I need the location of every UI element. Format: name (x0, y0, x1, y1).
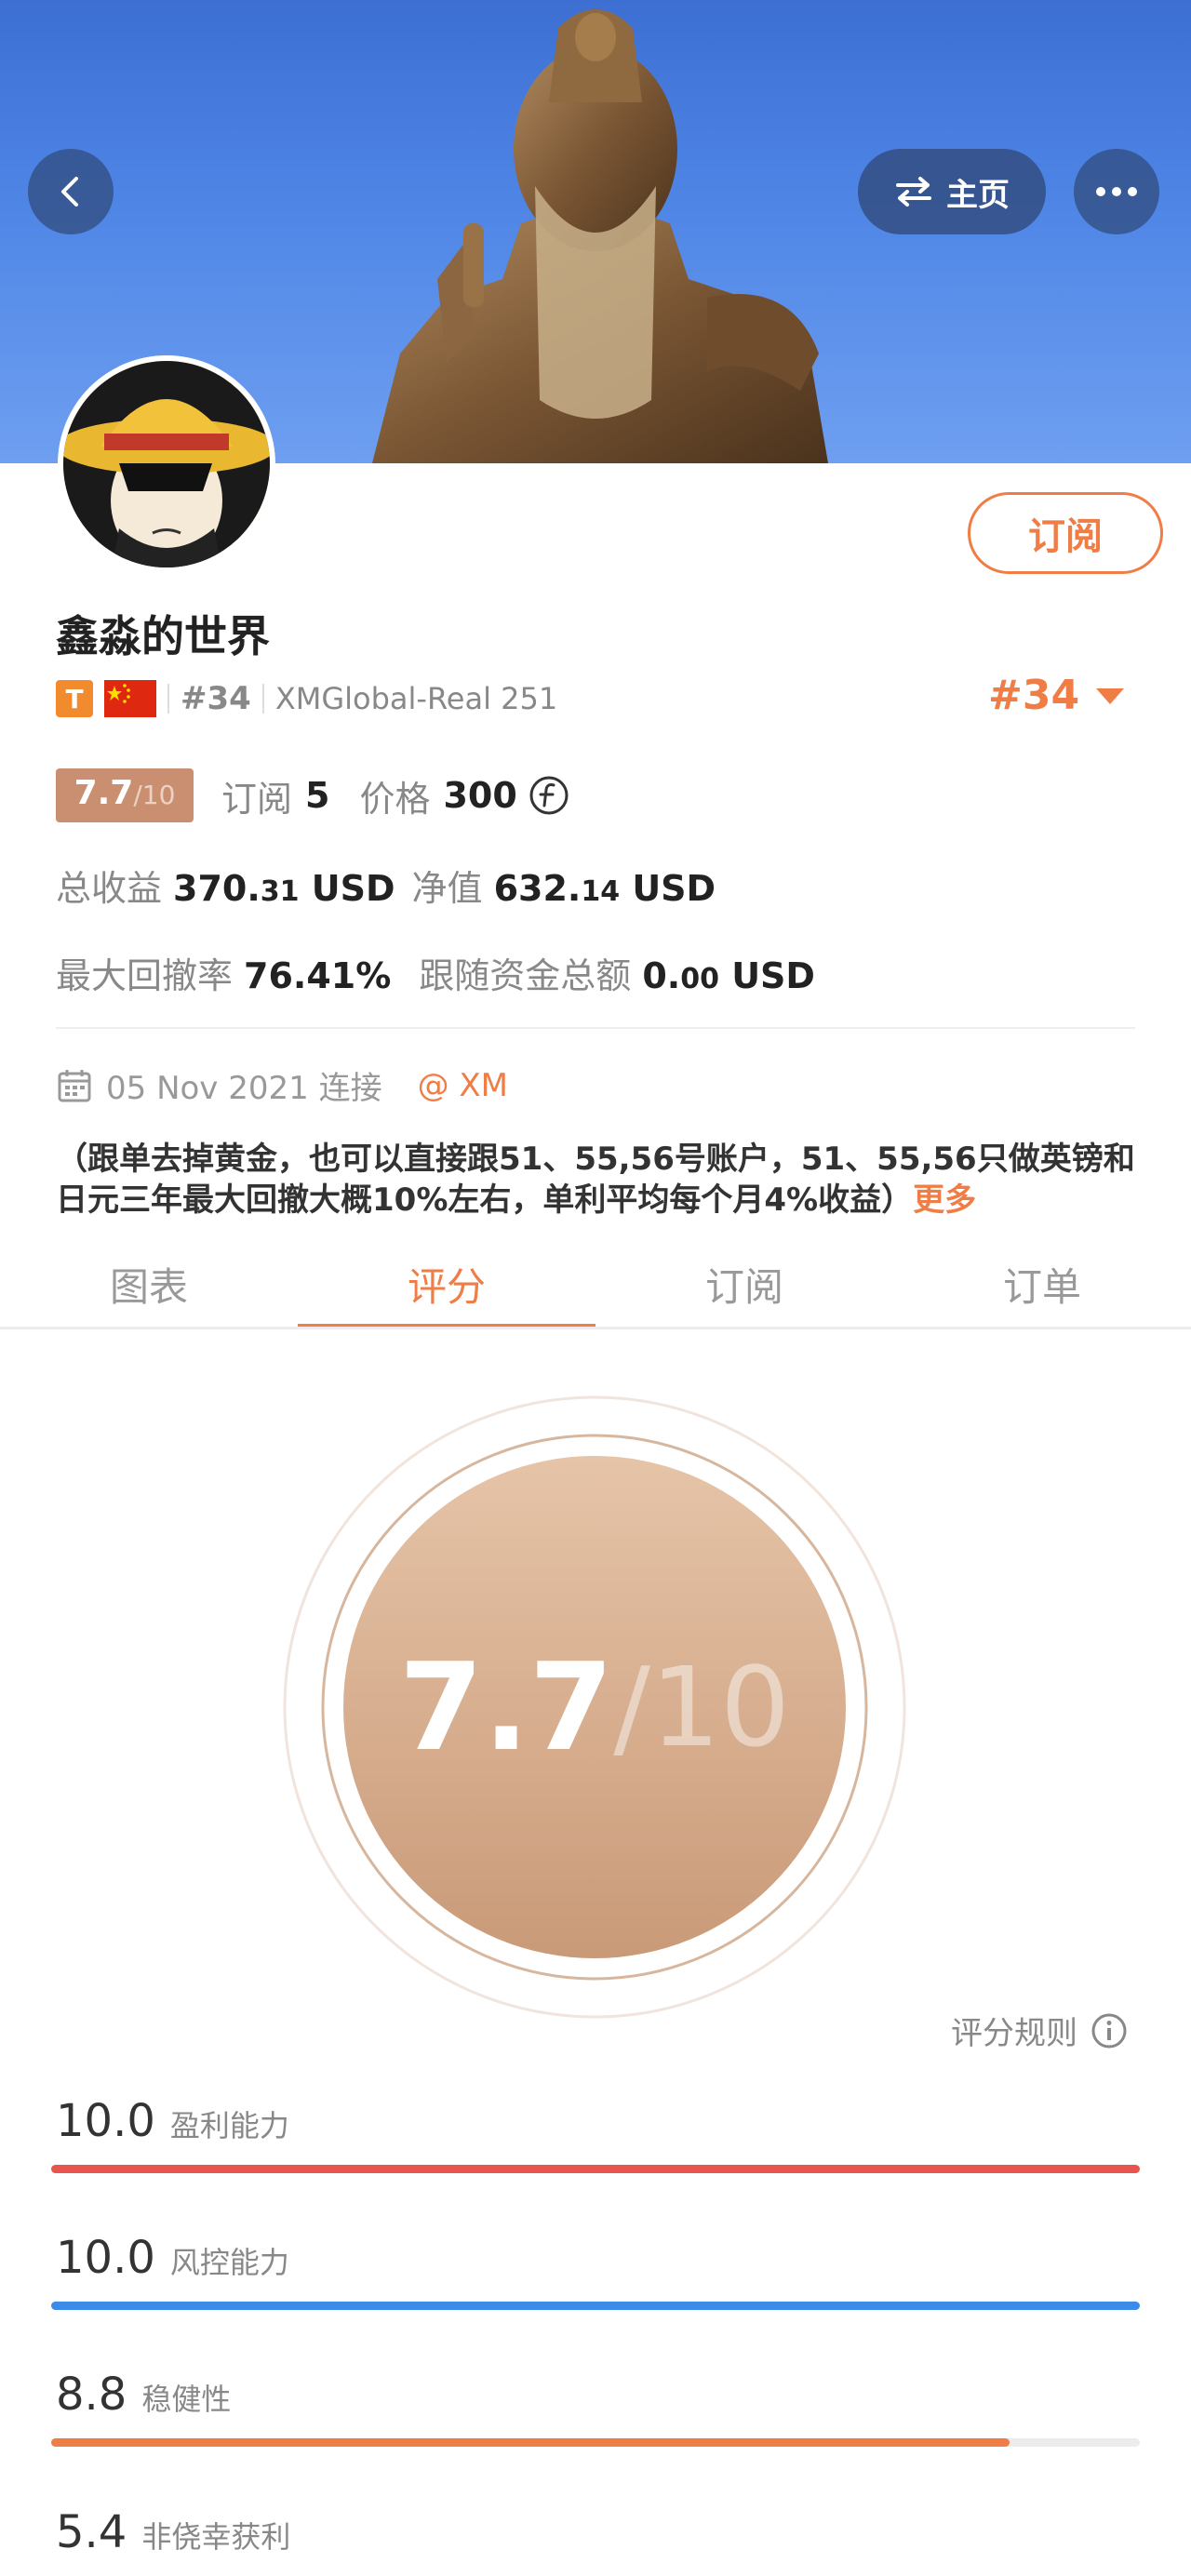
score-badge-main: 7.7 (74, 774, 134, 812)
connection-info: 05 Nov 2021 连接 @ XM (56, 1062, 508, 1108)
subscribe-count-value: 5 (305, 775, 330, 816)
section-divider (56, 1027, 1135, 1029)
tab-chart[interactable]: 图表 (0, 1237, 298, 1330)
home-button[interactable]: 主页 (858, 149, 1046, 234)
score-badge-den: /10 (133, 780, 176, 810)
divider (261, 684, 264, 714)
more-dots-icon (1096, 187, 1137, 196)
info-icon (1091, 2013, 1127, 2048)
metric-bar (51, 2438, 1140, 2447)
subscribe-button[interactable]: 订阅 (968, 492, 1163, 574)
rank-label: #34 (181, 680, 251, 717)
metric-label: 风控能力 (169, 2245, 289, 2280)
tier-badge: T (56, 680, 93, 717)
metric-value: 5.4 (56, 2506, 127, 2558)
calendar-icon (58, 1069, 91, 1101)
trader-name: 鑫淼的世界 (56, 611, 270, 661)
net-value-value: 632.14 USD (493, 868, 716, 909)
metric-label: 非侥幸获利 (141, 2519, 291, 2555)
stats-row-3: 最大回撤率 76.41% 跟随资金总额 0.00 USD (56, 947, 815, 998)
rating-rules-label: 评分规则 (951, 2015, 1077, 2052)
metric-bar (51, 2302, 1140, 2310)
follow-funds-label: 跟随资金总额 (419, 955, 632, 996)
total-profit-label: 总收益 (56, 868, 163, 909)
metric-profitability: 10.0 盈利能力 (51, 2095, 1144, 2173)
tab-rating[interactable]: 评分 (298, 1237, 596, 1330)
metric-bar-fill (51, 2302, 1140, 2310)
metric-label: 盈利能力 (169, 2108, 289, 2143)
metric-bar-fill (51, 2165, 1140, 2173)
max-drawdown-value: 76.41% (244, 955, 392, 996)
follow-funds-value: 0.00 USD (642, 955, 815, 996)
more-button[interactable] (1074, 149, 1159, 234)
rank-dropdown[interactable]: #34 (988, 672, 1126, 719)
metric-stability: 8.8 稳健性 (51, 2369, 1144, 2447)
avatar-image (63, 361, 270, 567)
stats-row-1: 7.7 /10 订阅 5 价格 300 (56, 768, 569, 822)
strategy-description: （跟单去掉黄金，也可以直接跟51、55,56号账户，51、55,56只做英镑和日… (56, 1139, 1144, 1221)
more-link[interactable]: 更多 (913, 1181, 976, 1219)
badge-row: T #34 XMGlobal-Real 251 (56, 676, 557, 721)
broker-account: XMGlobal-Real 251 (274, 681, 558, 716)
tab-bar-divider (0, 1327, 1191, 1329)
max-drawdown-label: 最大回撤率 (56, 955, 234, 996)
rating-rules-link[interactable]: 评分规则 (951, 2008, 1128, 2053)
tab-orders[interactable]: 订单 (893, 1237, 1191, 1330)
price-label: 价格 (359, 778, 431, 820)
tab-bar: 图表 评分 订阅 订单 (0, 1237, 1191, 1330)
connection-date: 05 Nov 2021 连接 (106, 1070, 382, 1107)
metric-bar-fill (51, 2438, 1010, 2447)
subscribe-count-label: 订阅 (221, 778, 293, 820)
metric-non-luck-profit: 5.4 非侥幸获利 (56, 2506, 1144, 2558)
score-circle: 7.7 /10 (283, 1395, 906, 2019)
total-profit-value: 370.31 USD (173, 868, 395, 909)
china-flag-icon (104, 680, 156, 717)
price-value: 300 (443, 775, 517, 816)
coin-icon (529, 776, 569, 815)
score-badge: 7.7 /10 (56, 768, 194, 822)
score-denominator: /10 (613, 1643, 791, 1771)
broker-link[interactable]: @ XM (418, 1067, 508, 1104)
net-value-label: 净值 (411, 868, 483, 909)
back-button[interactable] (28, 149, 114, 234)
metric-risk-control: 10.0 风控能力 (51, 2232, 1144, 2310)
triangle-down-icon (1096, 687, 1125, 704)
score-value: 7.7 /10 (283, 1395, 906, 2019)
divider (167, 684, 169, 714)
metric-value: 10.0 (56, 2095, 155, 2147)
avatar[interactable] (58, 355, 275, 573)
score-main: 7.7 (398, 1636, 614, 1778)
chevron-left-icon (61, 177, 78, 207)
rank-dropdown-label: #34 (988, 672, 1080, 719)
tab-subscriptions[interactable]: 订阅 (596, 1237, 893, 1330)
metric-value: 10.0 (56, 2232, 155, 2284)
metric-bar (51, 2165, 1140, 2173)
swap-icon (896, 177, 931, 207)
home-button-label: 主页 (946, 176, 1010, 214)
metric-label: 稳健性 (141, 2382, 232, 2417)
stats-row-2: 总收益 370.31 USD 净值 632.14 USD (56, 860, 716, 911)
metric-value: 8.8 (56, 2369, 127, 2421)
